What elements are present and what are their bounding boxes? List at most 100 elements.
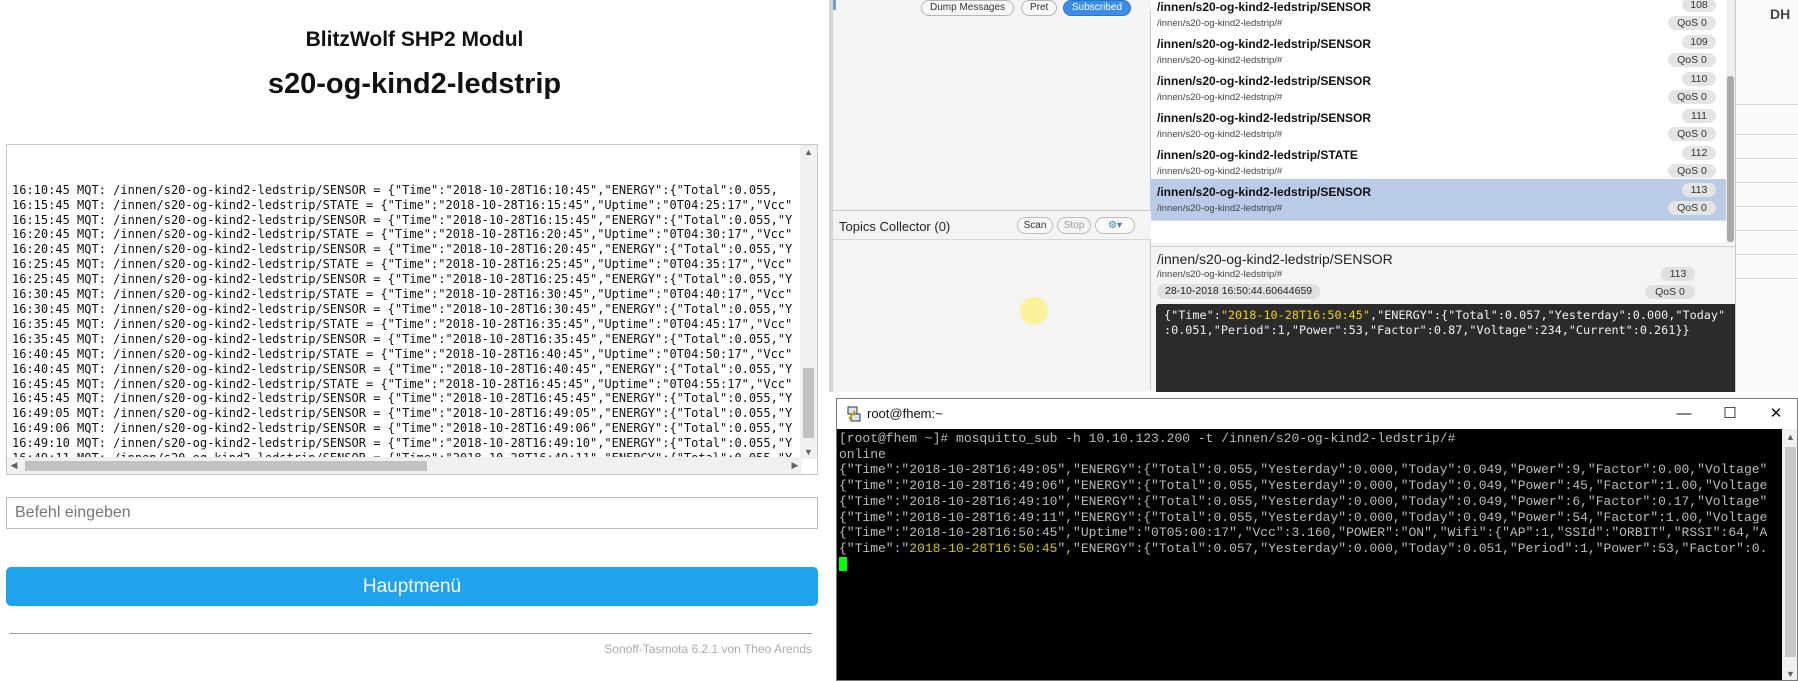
terminal-line: {"Time":"2018-10-28T16:49:10","ENERGY":{… [839,493,1768,509]
console-horizontal-scrollbar[interactable]: ◀ ▶ [7,457,802,474]
message-number: 111 [1682,109,1716,123]
console-line: 16:30:45 MQT: /innen/s20-og-kind2-ledstr… [12,301,793,316]
terminal-prompt-line [839,556,1779,574]
stop-button[interactable]: Stop [1057,217,1091,234]
console-line: 16:49:05 MQT: /innen/s20-og-kind2-ledstr… [12,406,793,421]
maximize-icon: ☐ [1723,405,1737,422]
putty-icon [847,406,861,422]
qos-badge: QoS 0 [1668,53,1716,67]
scroll-down-arrow-icon[interactable]: ▼ [1782,666,1797,680]
subscriptions-panel: Dump Messages Pret Subscribed [833,0,1151,390]
scrollbar-thumb[interactable] [1785,447,1796,657]
scroll-down-arrow-icon[interactable]: ▼ [800,445,817,459]
topics-collector-title: Topics Collector (0) [839,219,951,234]
message-detail: /innen/s20-og-kind2-ledstrip/SENSOR /inn… [1151,246,1741,392]
scroll-left-arrow-icon[interactable]: ◀ [7,457,21,474]
collector-settings-button[interactable]: ⚙▾ [1095,217,1135,234]
message-subscription: /innen/s20-og-kind2-ledstrip/# [1157,92,1283,103]
console-line: 16:20:45 MQT: /innen/s20-og-kind2-ledstr… [12,242,793,257]
close-icon: ✕ [1769,405,1783,422]
divider [1736,278,1798,279]
minimize-icon: — [1676,405,1692,422]
command-input[interactable] [6,497,818,529]
console-line: 16:20:45 MQT: /innen/s20-og-kind2-ledstr… [12,227,793,242]
message-row[interactable]: /innen/s20-og-kind2-ledstrip/SENSOR/inne… [1151,179,1726,221]
module-name: BlitzWolf SHP2 Modul [305,28,524,51]
footer-text: Sonoff-Tasmota 6.2.1 von Theo Arends [604,642,812,656]
message-list-scrollbar[interactable] [1726,0,1735,243]
console-line: 16:30:45 MQT: /innen/s20-og-kind2-ledstr… [12,287,793,302]
message-topic: /innen/s20-og-kind2-ledstrip/SENSOR [1157,74,1372,88]
message-subscription: /innen/s20-og-kind2-ledstrip/# [1157,55,1283,66]
scroll-right-arrow-icon[interactable]: ▶ [788,457,802,474]
close-button[interactable]: ✕ [1753,399,1797,429]
message-row[interactable]: /innen/s20-og-kind2-ledstrip/SENSOR/inne… [1151,105,1726,147]
detail-qos-badge: QoS 0 [1645,285,1695,299]
console-line: 16:49:06 MQT: /innen/s20-og-kind2-ledstr… [12,421,793,436]
terminal-line: {"Time":"2018-10-28T16:50:45","ENERGY":{… [839,540,1768,556]
minimize-button[interactable]: — [1661,399,1707,429]
console-line: 16:25:45 MQT: /innen/s20-og-kind2-ledstr… [12,257,793,272]
terminal-scrollbar[interactable]: ▲ ▼ [1782,429,1797,680]
subscribed-button[interactable]: Subscribed [1063,0,1132,16]
message-list[interactable]: /innen/s20-og-kind2-ledstrip/SENSOR/inne… [1151,0,1735,243]
message-number: 113 [1682,183,1716,197]
terminal-screen[interactable]: [root@fhem ~]# mosquitto_sub -h 10.10.12… [837,429,1797,680]
console-line: 16:40:45 MQT: /innen/s20-og-kind2-ledstr… [12,361,793,376]
scrollbar-thumb[interactable] [25,461,427,471]
terminal-window: root@fhem:~ — ☐ ✕ [root@fhem ~]# mosquit… [836,398,1798,681]
message-row[interactable]: /innen/s20-og-kind2-ledstrip/SENSOR/inne… [1151,68,1726,110]
adjacent-window-strip: DH [1735,0,1798,392]
message-number: 110 [1682,72,1716,86]
scroll-up-arrow-icon[interactable]: ▲ [800,145,817,159]
console-log-lines: 16:10:45 MQT: /innen/s20-og-kind2-ledstr… [12,145,798,457]
qos-badge: QoS 0 [1668,16,1716,30]
scan-button[interactable]: Scan [1017,217,1053,234]
console-line: 16:45:45 MQT: /innen/s20-og-kind2-ledstr… [12,376,793,391]
dump-messages-button[interactable]: Dump Messages [921,0,1015,16]
message-topic: /innen/s20-og-kind2-ledstrip/SENSOR [1157,0,1372,14]
message-row[interactable]: /innen/s20-og-kind2-ledstrip/SENSOR/inne… [1151,31,1726,73]
divider [1736,158,1798,159]
payload-text: ,"ENERGY":{"Total":0.057,"Yesterday":0.0… [1369,308,1726,322]
console-vertical-scrollbar[interactable]: ▲ ▼ [800,145,817,459]
terminal-line: {"Time":"2018-10-28T16:49:06","ENERGY":{… [839,478,1768,494]
payload-viewer[interactable]: {"Time":"2018-10-28T16:50:45","ENERGY":{… [1156,304,1741,392]
message-number: 108 [1682,0,1716,12]
adjacent-window-label: DH [1770,6,1791,22]
main-menu-button[interactable]: Hauptmenü [6,567,818,606]
divider [1736,254,1798,255]
message-topic: /innen/s20-og-kind2-ledstrip/SENSOR [1157,111,1372,125]
console-line: 16:40:45 MQT: /innen/s20-og-kind2-ledstr… [12,346,793,361]
terminal-line: {"Time":"2018-10-28T16:49:05","ENERGY":{… [839,462,1768,478]
divider [1736,206,1798,207]
scrollbar-thumb[interactable] [1727,76,1734,242]
device-title: s20-og-kind2-ledstrip [267,68,562,100]
divider [1736,104,1798,105]
terminal-cursor [839,556,847,571]
terminal-titlebar[interactable]: root@fhem:~ — ☐ ✕ [837,399,1797,429]
qos-badge: QoS 0 [1668,201,1716,215]
footer-divider [10,633,812,634]
message-subscription: /innen/s20-og-kind2-ledstrip/# [1157,203,1283,214]
divider [1736,134,1798,135]
qos-badge: QoS 0 [1668,164,1716,178]
scrollbar-thumb[interactable] [803,368,814,438]
message-topic: /innen/s20-og-kind2-ledstrip/STATE [1157,148,1358,162]
pret-button[interactable]: Pret [1021,0,1058,16]
qos-badge: QoS 0 [1668,90,1716,104]
detail-subscription: /innen/s20-og-kind2-ledstrip/# [1157,269,1283,280]
console-line: 16:49:10 MQT: /innen/s20-og-kind2-ledstr… [12,436,793,451]
maximize-button[interactable]: ☐ [1707,399,1753,429]
qos-badge: QoS 0 [1668,127,1716,141]
terminal-title: root@fhem:~ [867,406,943,421]
message-subscription: /innen/s20-og-kind2-ledstrip/# [1157,166,1283,177]
payload-highlight: "2018-10-28T16:50:45" [1220,308,1370,322]
console-log[interactable]: 16:10:45 MQT: /innen/s20-og-kind2-ledstr… [6,144,818,475]
message-row[interactable]: /innen/s20-og-kind2-ledstrip/STATE/innen… [1151,142,1726,184]
terminal-line: {"Time":"2018-10-28T16:50:45","Uptime":"… [839,525,1768,541]
scroll-up-arrow-icon[interactable]: ▲ [1782,429,1797,445]
payload-text: {"Time": [1164,308,1221,322]
mqtt-client-window: Dump Messages Pret Subscribed Topics Col… [829,0,1798,392]
message-topic: /innen/s20-og-kind2-ledstrip/SENSOR [1157,185,1372,199]
